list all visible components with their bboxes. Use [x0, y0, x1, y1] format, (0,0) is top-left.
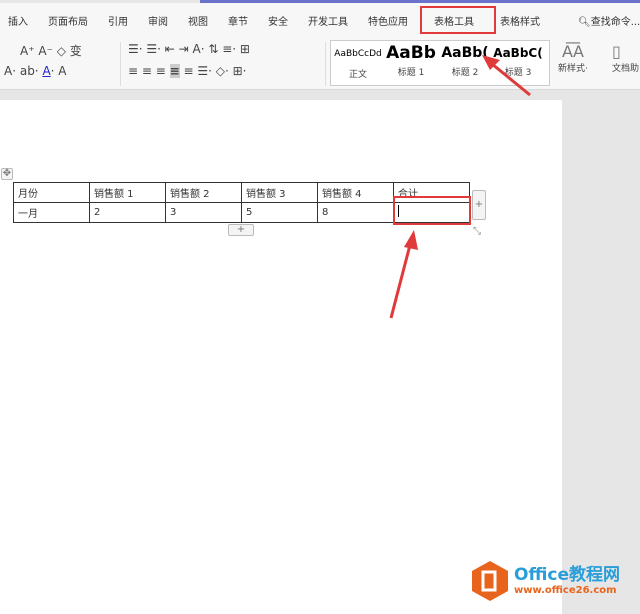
table-move-handle-icon[interactable]: ✥ — [1, 168, 13, 180]
list-icon[interactable]: ☰· ☰· ⇤ ⇥ A· ⇅ ≡· ⊞ — [128, 42, 250, 56]
ribbon-tabs: 插入 页面布局 引用 审阅 视图 章节 安全 开发工具 特色应用 表格工具 表格… — [0, 3, 640, 38]
table-cell[interactable]: 销售额 4 — [317, 182, 394, 203]
style-gallery: AaBbCcDd 正文 AaBb 标题 1 AaBb(标题 2 AaBbC(标题 3 — [330, 40, 550, 86]
new-style-button[interactable]: A͞A 新样式· — [558, 42, 588, 74]
highlight-tab-box — [420, 6, 496, 34]
tab-review[interactable]: 审阅 — [148, 13, 180, 28]
add-row-button[interactable]: + — [228, 224, 254, 236]
table-cell[interactable]: 月份 — [13, 182, 90, 203]
style-heading-1[interactable]: AaBb 标题 1 — [385, 43, 437, 78]
add-column-button[interactable]: + — [472, 190, 486, 220]
command-search[interactable]: 🔍︎查找命令... — [578, 13, 640, 28]
tab-security[interactable]: 安全 — [268, 13, 300, 28]
table-cell[interactable]: 8 — [317, 202, 394, 223]
tab-page-layout[interactable]: 页面布局 — [48, 13, 100, 28]
table-cell[interactable]: 一月 — [13, 202, 90, 223]
font-color-icon[interactable]: A· ab· A· A — [4, 64, 67, 78]
tab-section[interactable]: 章节 — [228, 13, 260, 28]
style-heading-2[interactable]: AaBb(标题 2 — [439, 43, 491, 78]
table-cell[interactable]: 2 — [89, 202, 166, 223]
style-normal[interactable]: AaBbCcDd 正文 — [333, 43, 383, 80]
highlight-cell-box — [393, 196, 471, 225]
table-cell[interactable]: 销售额 1 — [89, 182, 166, 203]
font-grow-icon[interactable]: A⁺ A⁻ ◇ 变 — [20, 42, 82, 59]
search-icon: 🔍︎ — [578, 17, 591, 28]
table-cell[interactable]: 销售额 3 — [241, 182, 318, 203]
resize-table-icon[interactable]: ⤡ — [473, 226, 481, 237]
ribbon-toolbar: A⁺ A⁻ ◇ 变 A· ab· A· A ☰· ☰· ⇤ ⇥ A· ⇅ ≡· … — [0, 38, 640, 90]
tab-view[interactable]: 视图 — [188, 13, 220, 28]
table-cell[interactable]: 3 — [165, 202, 242, 223]
tab-references[interactable]: 引用 — [108, 13, 140, 28]
table-cell[interactable]: 销售额 2 — [165, 182, 242, 203]
tab-special[interactable]: 特色应用 — [368, 13, 420, 28]
doc-helper-button[interactable]: ▯ 文档助 — [612, 42, 639, 74]
document-page[interactable] — [0, 100, 562, 614]
style-heading-3[interactable]: AaBbC(标题 3 — [493, 43, 543, 78]
office-logo-icon — [472, 561, 508, 601]
watermark-logo: Office教程网 www.office26.com — [470, 560, 620, 602]
table-cell[interactable]: 5 — [241, 202, 318, 223]
tab-insert[interactable]: 插入 — [8, 13, 40, 28]
align-icon[interactable]: ≡ ≡ ≡ ≡ ≡ ☰· ◇· ⊞· — [128, 64, 246, 78]
tab-table-style[interactable]: 表格样式 — [500, 13, 552, 28]
tab-developer[interactable]: 开发工具 — [308, 13, 360, 28]
